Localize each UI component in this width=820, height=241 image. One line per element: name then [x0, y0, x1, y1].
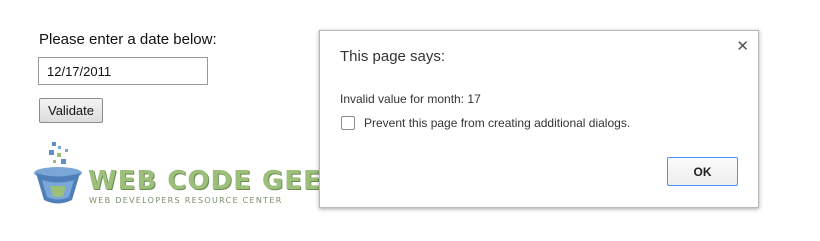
close-icon[interactable]: ✕ [736, 37, 749, 55]
dialog-message: Invalid value for month: 17 [340, 92, 481, 106]
validate-button[interactable]: Validate [39, 98, 103, 123]
date-input[interactable] [38, 57, 208, 85]
ok-button[interactable]: OK [667, 157, 738, 186]
logo: WEB CODE GEEKS WEB DEVELOPERS RESOURCE C… [30, 140, 362, 214]
suppress-dialogs-row[interactable]: Prevent this page from creating addition… [341, 116, 630, 130]
suppress-dialogs-label[interactable]: Prevent this page from creating addition… [364, 116, 630, 130]
alert-dialog: This page says: ✕ Invalid value for mont… [319, 30, 759, 208]
suppress-dialogs-checkbox[interactable] [341, 116, 355, 130]
logo-tagline: WEB DEVELOPERS RESOURCE CENTER [89, 196, 283, 205]
glass-beaker-icon [34, 142, 82, 204]
form-label: Please enter a date below: [39, 31, 217, 48]
dialog-title: This page says: [340, 48, 446, 65]
